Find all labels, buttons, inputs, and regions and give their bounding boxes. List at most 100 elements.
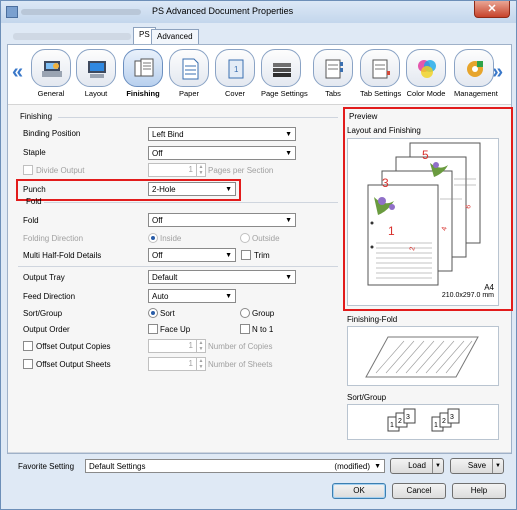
output-order-label: Output Order xyxy=(23,325,70,334)
staple-label: Staple xyxy=(23,148,46,157)
function-cover[interactable]: 1 Cover xyxy=(215,49,255,98)
binding-position-label: Binding Position xyxy=(23,129,81,138)
sheet-number: 3 xyxy=(450,414,454,421)
chevron-down-icon: ▼ xyxy=(374,463,381,470)
help-button[interactable]: Help xyxy=(452,483,506,499)
offset-copies-value: 1 xyxy=(188,341,193,350)
n-to-1-label: N to 1 xyxy=(252,325,274,334)
tabs-icon xyxy=(325,59,343,79)
cancel-button[interactable]: Cancel xyxy=(392,483,446,499)
chevron-down-icon: ▼ xyxy=(225,293,232,300)
binding-position-select[interactable]: Left Bind ▼ xyxy=(148,127,296,141)
chevron-down-icon[interactable]: ▼ xyxy=(492,459,501,473)
sheet-number: 2 xyxy=(398,418,402,425)
save-label: Save xyxy=(467,461,487,470)
chevron-down-icon: ▼ xyxy=(285,150,292,157)
fold-select[interactable]: Off ▼ xyxy=(148,213,296,227)
function-label: Finishing xyxy=(126,89,160,98)
number-of-copies-label: Number of Copies xyxy=(208,342,273,351)
divider xyxy=(58,117,338,118)
divider xyxy=(18,266,338,267)
function-finishing[interactable]: Finishing xyxy=(123,49,163,98)
spinner-arrows-icon[interactable]: ▲ ▼ xyxy=(196,358,205,370)
divide-output-spinner[interactable]: 1 ▲ ▼ xyxy=(148,163,206,177)
close-button[interactable]: ✕ xyxy=(474,1,510,18)
spinner-arrows-icon[interactable]: ▲ ▼ xyxy=(196,340,205,352)
copy-set-2: 1 2 3 xyxy=(431,408,460,432)
offset-sheets-checkbox[interactable] xyxy=(23,359,33,369)
inside-radio[interactable] xyxy=(148,233,158,243)
scroll-left-icon[interactable]: « xyxy=(12,61,23,84)
function-page-settings[interactable]: Page Settings xyxy=(261,49,308,98)
function-label: General xyxy=(37,89,65,98)
outside-radio[interactable] xyxy=(240,233,250,243)
function-general[interactable]: General xyxy=(31,49,71,98)
dialog-window: PS Advanced Document Properties ✕ PS Adv… xyxy=(0,0,517,510)
blurred-tab-label xyxy=(13,33,131,40)
offset-copies-checkbox[interactable] xyxy=(23,341,33,351)
chevron-down-icon[interactable]: ▼ xyxy=(432,459,441,473)
feed-direction-select[interactable]: Auto ▼ xyxy=(148,289,236,303)
finishing-icon xyxy=(134,58,154,77)
feed-direction-value: Auto xyxy=(152,292,169,301)
function-tabs[interactable]: Tabs xyxy=(313,49,353,98)
sort-group-preview: 1 2 3 1 2 3 xyxy=(347,404,499,440)
offset-copies-spinner[interactable]: 1 ▲ ▼ xyxy=(148,339,206,353)
tab-strip: PS Advanced xyxy=(1,25,516,44)
outside-label: Outside xyxy=(252,234,280,243)
layout-icon xyxy=(88,61,106,78)
title-bar: PS Advanced Document Properties ✕ xyxy=(1,1,516,23)
save-button[interactable]: Save ▼ xyxy=(450,458,504,474)
tab-settings-icon xyxy=(372,59,390,79)
app-icon xyxy=(6,6,18,18)
load-label: Load xyxy=(408,461,426,470)
sort-radio[interactable] xyxy=(148,308,158,318)
svg-text:1: 1 xyxy=(234,65,239,74)
trim-checkbox[interactable] xyxy=(241,250,251,260)
staple-value: Off xyxy=(152,149,163,158)
binding-position-value: Left Bind xyxy=(152,130,184,139)
function-label: Color Mode xyxy=(406,89,446,98)
divide-output-label: Divide Output xyxy=(36,166,85,175)
ok-button[interactable]: OK xyxy=(332,483,386,499)
settings-panel: « » General Layout Finishing Paper 1 Cov… xyxy=(7,44,513,454)
fold-illustration xyxy=(365,336,479,378)
tab-advanced[interactable]: Advanced xyxy=(151,29,199,44)
favorite-setting-select[interactable]: Default Settings (modified) ▼ xyxy=(85,459,385,473)
pages-per-section-label: Pages per Section xyxy=(208,166,274,175)
output-tray-select[interactable]: Default ▼ xyxy=(148,270,296,284)
feed-direction-label: Feed Direction xyxy=(23,292,76,301)
fold-preview xyxy=(347,326,499,386)
sort-group-preview-label: Sort/Group xyxy=(347,393,387,402)
staple-select[interactable]: Off ▼ xyxy=(148,146,296,160)
n-to-1-checkbox[interactable] xyxy=(240,324,250,334)
function-label: Management xyxy=(454,89,498,98)
function-paper[interactable]: Paper xyxy=(169,49,209,98)
management-icon xyxy=(467,61,483,77)
function-bar: « » General Layout Finishing Paper 1 Cov… xyxy=(8,45,511,105)
group-radio[interactable] xyxy=(240,308,250,318)
cover-icon: 1 xyxy=(228,59,244,79)
face-up-checkbox[interactable] xyxy=(148,324,158,334)
function-management[interactable]: Management xyxy=(454,49,498,98)
blurred-printer-name xyxy=(21,9,141,15)
function-tab-settings[interactable]: Tab Settings xyxy=(360,49,401,98)
function-label: Tabs xyxy=(325,89,341,98)
spinner-arrows-icon[interactable]: ▲ ▼ xyxy=(196,164,205,176)
window-title: PS Advanced Document Properties xyxy=(152,6,294,16)
load-button[interactable]: Load ▼ xyxy=(390,458,444,474)
group-label: Group xyxy=(252,309,275,318)
offset-copies-label: Offset Output Copies xyxy=(36,342,111,351)
color-mode-icon xyxy=(418,60,436,78)
sheet-number: 1 xyxy=(434,422,438,429)
divide-output-checkbox[interactable] xyxy=(23,165,33,175)
punch-highlight-box xyxy=(16,179,241,201)
function-color-mode[interactable]: Color Mode xyxy=(406,49,446,98)
sorted-sets-illustration: 1 2 3 1 2 3 xyxy=(387,408,460,432)
multi-half-fold-label: Multi Half-Fold Details xyxy=(23,251,102,260)
function-layout[interactable]: Layout xyxy=(76,49,116,98)
offset-sheets-value: 1 xyxy=(188,359,193,368)
offset-sheets-spinner[interactable]: 1 ▲ ▼ xyxy=(148,357,206,371)
multi-half-fold-select[interactable]: Off ▼ xyxy=(148,248,236,262)
sheet-number: 3 xyxy=(406,414,410,421)
